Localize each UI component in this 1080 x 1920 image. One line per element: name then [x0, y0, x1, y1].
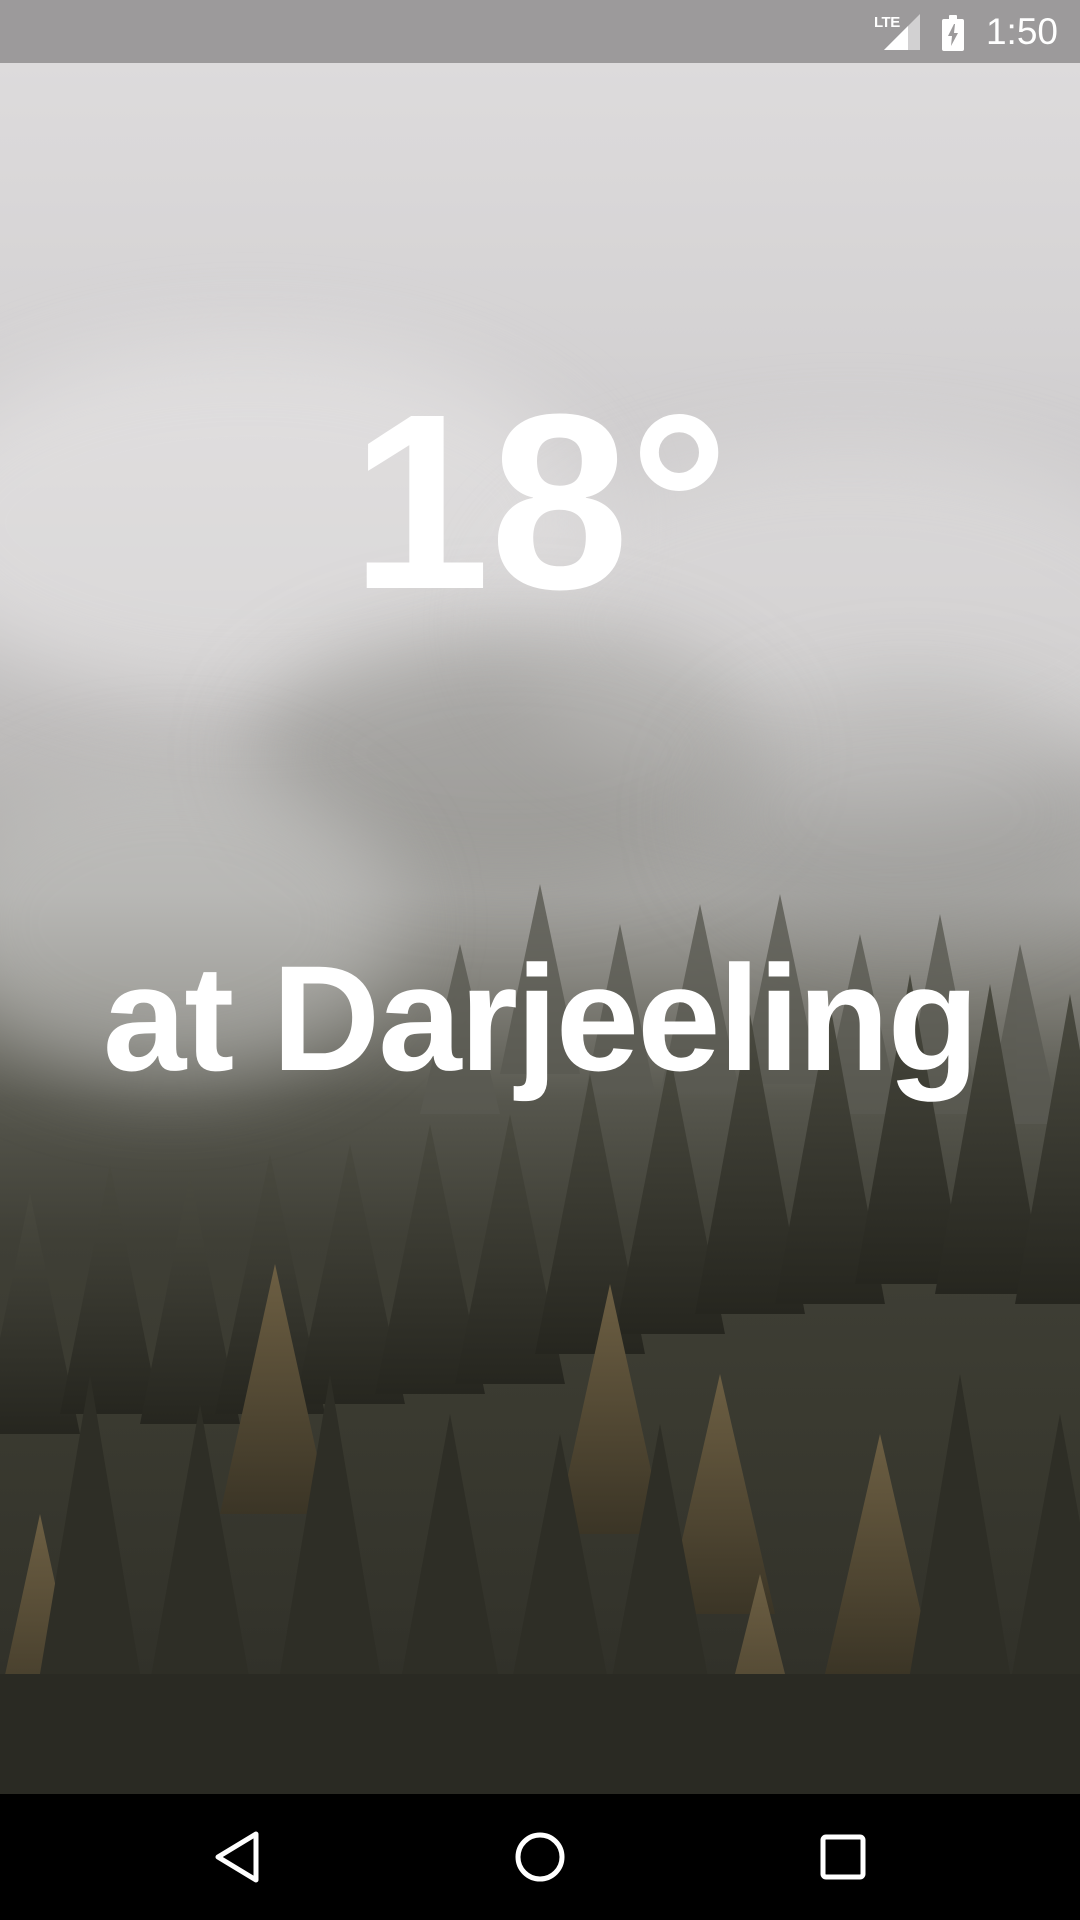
status-icons: LTE 1:50: [874, 0, 1058, 63]
location-label: at Darjeeling: [102, 934, 979, 1102]
battery-charging-icon: [941, 14, 964, 51]
navigation-bar: [0, 1794, 1080, 1920]
home-button[interactable]: [460, 1794, 620, 1920]
lte-signal-icon: LTE: [874, 12, 920, 52]
back-triangle-icon: [215, 1831, 259, 1883]
background-forest-image: 18° at Darjeeling: [0, 63, 1080, 1794]
weather-screen: LTE 1:50 18° at Darjeeling: [0, 0, 1080, 1920]
back-button[interactable]: [157, 1794, 317, 1920]
home-circle-icon: [515, 1832, 565, 1882]
recents-square-icon: [820, 1834, 866, 1880]
temperature-value: 18°: [350, 362, 730, 641]
status-bar: LTE 1:50: [0, 0, 1080, 63]
recents-button[interactable]: [763, 1794, 923, 1920]
status-time: 1:50: [985, 10, 1058, 52]
